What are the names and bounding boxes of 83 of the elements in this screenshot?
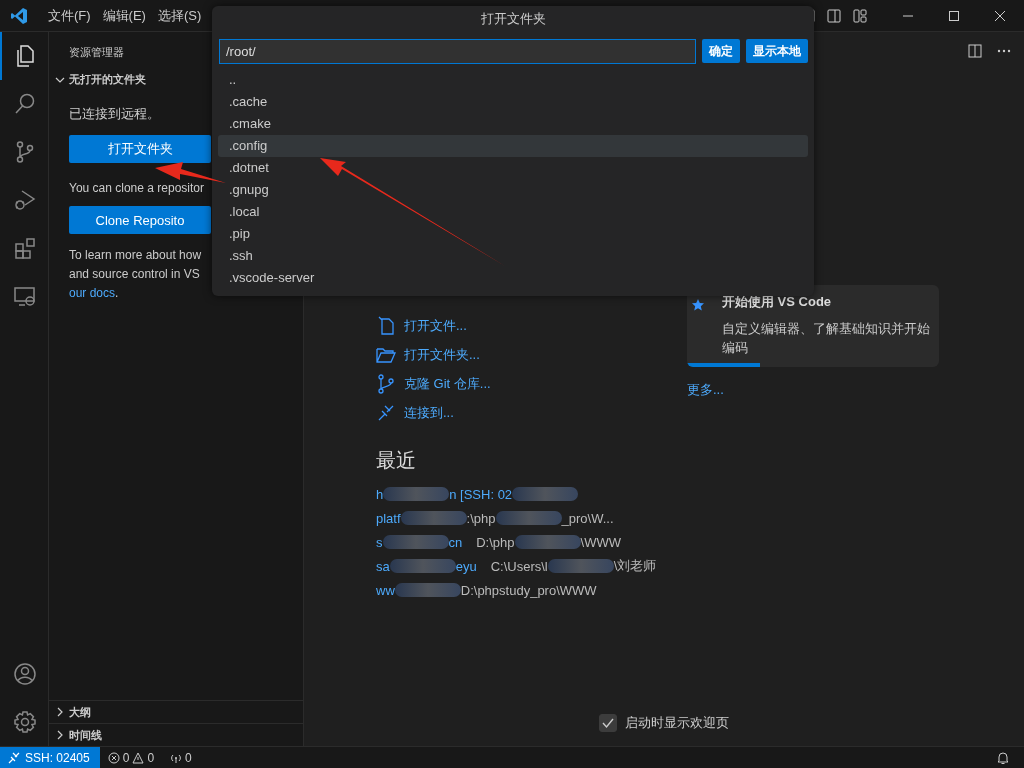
redaction-blur bbox=[512, 487, 579, 501]
recent-project-link[interactable]: h bbox=[376, 486, 384, 502]
checkbox-label: 启动时显示欢迎页 bbox=[625, 714, 729, 732]
chevron-icon bbox=[55, 730, 65, 740]
folder-list-item[interactable]: .cmake bbox=[218, 113, 808, 135]
remote-explorer-icon bbox=[13, 284, 37, 308]
recent-path: _pro\W... bbox=[561, 510, 614, 526]
start-link[interactable]: 克隆 Git 仓库... bbox=[376, 369, 491, 398]
maximize-icon[interactable] bbox=[948, 9, 960, 22]
panel-header[interactable]: 大纲 bbox=[49, 700, 303, 723]
folder-list-item[interactable]: .ssh bbox=[218, 245, 808, 267]
recent-project-link[interactable]: cn bbox=[448, 534, 463, 550]
run-debug-icon bbox=[13, 188, 37, 212]
remote-indicator[interactable]: SSH: 02405 bbox=[0, 747, 100, 768]
start-link[interactable]: 连接到... bbox=[376, 398, 454, 427]
redaction-blur bbox=[382, 535, 449, 549]
account-icon bbox=[13, 662, 37, 686]
menu-item[interactable]: 选择(S) bbox=[151, 6, 208, 25]
redaction-blur bbox=[495, 511, 562, 525]
file-icon bbox=[376, 315, 396, 336]
sidebar-layout-icon[interactable] bbox=[826, 7, 842, 24]
learn-more-text: To learn more about how and source control in VS our docs. bbox=[69, 247, 203, 302]
star-icon bbox=[691, 298, 705, 312]
menu-item[interactable]: 文件(F) bbox=[42, 6, 97, 25]
folder-list-item[interactable]: .gnupg bbox=[218, 179, 808, 201]
clone-repository-button[interactable]: Clone Reposito bbox=[69, 206, 211, 234]
redaction-blur bbox=[383, 487, 450, 501]
branch-icon bbox=[376, 373, 396, 394]
folder-list-item[interactable]: .pip bbox=[218, 223, 808, 245]
extensions-icon bbox=[13, 236, 37, 260]
recent-path: C:\Users\l bbox=[490, 558, 548, 574]
recent-project-link[interactable]: eyu bbox=[455, 558, 477, 574]
sidebar-title: 资源管理器 bbox=[69, 45, 124, 60]
path-input-field[interactable]: /root/ bbox=[219, 39, 696, 64]
split-editor-icon[interactable] bbox=[967, 43, 983, 59]
redaction-blur bbox=[389, 559, 456, 573]
redaction-blur bbox=[400, 511, 467, 525]
folder-list-item[interactable]: .dotnet bbox=[218, 157, 808, 179]
annotation-arrow bbox=[155, 162, 226, 183]
ports-indicator[interactable]: 0 bbox=[162, 750, 200, 765]
recent-path: D:\php bbox=[476, 534, 515, 550]
menu-item[interactable]: 编辑(E) bbox=[96, 6, 152, 25]
recent-project-link[interactable]: n [SSH: 02 bbox=[449, 486, 513, 502]
logo-icon bbox=[10, 6, 28, 25]
notification-bell-icon[interactable] bbox=[996, 750, 1010, 765]
problems-indicator[interactable]: 0 0 bbox=[99, 750, 163, 765]
recent-path: :\php bbox=[466, 510, 496, 526]
folder-list-item[interactable]: .. bbox=[218, 69, 808, 91]
more-link[interactable]: 更多... bbox=[687, 381, 724, 399]
checkbox[interactable] bbox=[599, 714, 617, 732]
recent-project-link[interactable]: s bbox=[376, 534, 383, 550]
section-header[interactable]: 无打开的文件夹 bbox=[49, 67, 152, 92]
folder-list-item[interactable]: .local bbox=[218, 201, 808, 223]
recent-path: \WWW bbox=[580, 534, 621, 550]
dialog-button[interactable]: 显示本地 bbox=[746, 39, 808, 63]
connected-text: 已连接到远程。 bbox=[69, 105, 161, 123]
folder-list-item[interactable]: .config bbox=[218, 135, 808, 157]
redaction-blur bbox=[547, 559, 614, 573]
search-icon bbox=[13, 92, 37, 116]
walkthrough-card[interactable]: 开始使用 VS Code 自定义编辑器、了解基础知识并开始编码 bbox=[687, 285, 939, 367]
start-link[interactable]: 打开文件夹... bbox=[376, 340, 480, 369]
dialog-button[interactable]: 确定 bbox=[702, 39, 740, 63]
start-link[interactable]: 打开文件... bbox=[376, 311, 467, 340]
clone-text: You can clone a repositor bbox=[69, 180, 205, 197]
redaction-blur bbox=[394, 583, 461, 597]
recent-project-link[interactable]: sa bbox=[376, 558, 390, 574]
walkthrough-title: 开始使用 VS Code bbox=[722, 293, 832, 311]
settings-icon bbox=[13, 710, 37, 734]
close-icon[interactable] bbox=[994, 9, 1006, 22]
recent-project-link[interactable]: ww bbox=[376, 582, 395, 598]
recent-path: \刘老师 bbox=[613, 557, 657, 575]
folder-list-item[interactable]: .cache bbox=[218, 91, 808, 113]
recent-path: D:\phpstudy_pro\WWW bbox=[460, 582, 597, 598]
customize-layout-icon[interactable] bbox=[852, 7, 868, 24]
redaction-blur bbox=[514, 535, 581, 549]
warning-icon bbox=[132, 751, 145, 764]
chevron-icon bbox=[55, 707, 65, 717]
open-folder-button[interactable]: 打开文件夹 bbox=[69, 135, 211, 163]
dialog-title: 打开文件夹 bbox=[479, 10, 547, 28]
walkthrough-description: 自定义编辑器、了解基础知识并开始编码 bbox=[721, 320, 931, 357]
recent-project-link[interactable]: platf bbox=[376, 510, 401, 526]
recent-heading: 最近 bbox=[376, 448, 417, 473]
error-icon bbox=[107, 751, 120, 764]
